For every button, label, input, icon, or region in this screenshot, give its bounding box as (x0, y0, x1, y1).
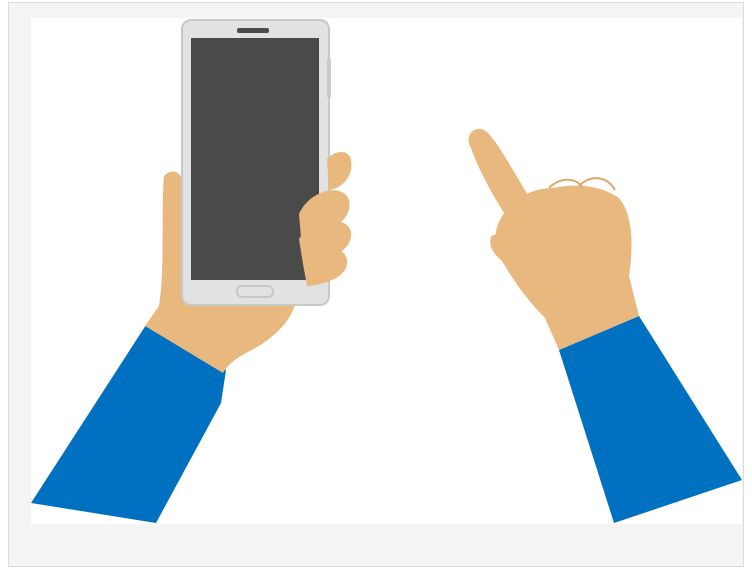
right-pointing-hand (468, 128, 639, 350)
hands-phone-illustration (31, 19, 742, 523)
illustration-canvas (31, 18, 742, 524)
right-index-finger (468, 128, 531, 224)
phone-speaker (237, 28, 269, 33)
right-sleeve (559, 316, 742, 523)
image-frame (8, 2, 744, 567)
phone-home-button (236, 285, 274, 298)
phone-side-button (327, 58, 331, 98)
left-finger-top (327, 152, 352, 190)
